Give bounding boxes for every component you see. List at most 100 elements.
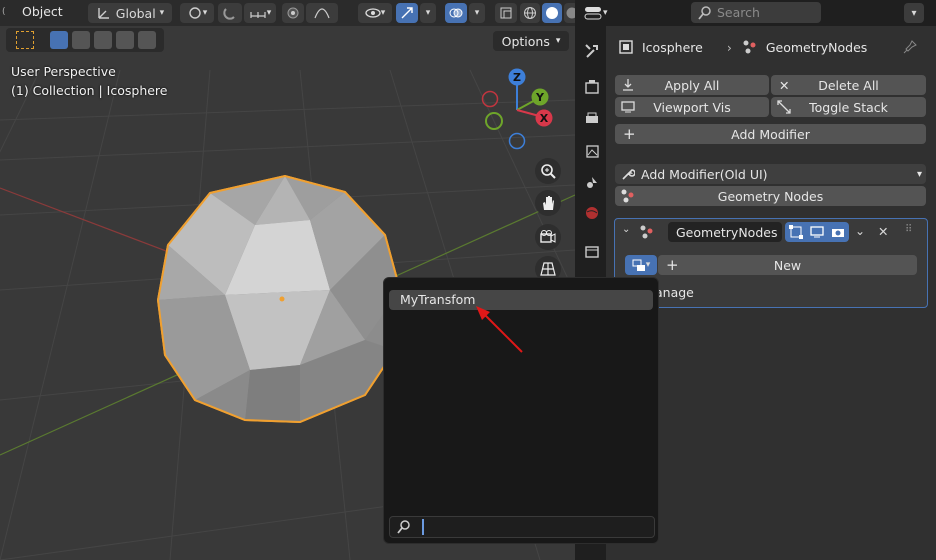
scene-tab[interactable] [581,172,603,194]
shading-solid[interactable] [542,3,562,23]
camera-icon[interactable] [831,225,845,239]
select-new-icon[interactable] [50,31,68,49]
modifier-name-field[interactable]: GeometryNodes [668,222,782,242]
collection-info-label: (1) Collection | Icosphere [11,83,168,98]
gizmo-toggle[interactable] [396,3,418,23]
snap-target-dropdown[interactable]: ▾ [244,3,276,23]
chevron-down-icon[interactable]: ⌄ [855,224,865,238]
svg-text:X: X [540,112,549,125]
world-tab[interactable] [581,202,603,224]
node-group-browse-dropdown[interactable]: ▾ [625,255,657,275]
viewport-header: Object ( Global ▾ ▾ ▾ ▾ ▾ ▾ [0,0,575,26]
add-modifier-old-label: Add Modifier(Old UI) [641,166,768,182]
snap-increment-icon [250,12,266,18]
select-intersect-icon[interactable] [138,31,156,49]
render-tab[interactable] [581,76,603,98]
overlays-toggle[interactable] [445,3,467,23]
view-layer-tab[interactable] [581,140,603,162]
visibility-dropdown[interactable]: ▾ [358,3,392,23]
select-invert-icon[interactable] [116,31,134,49]
eye-icon [365,8,381,18]
zoom-tool[interactable] [535,158,561,184]
chevron-down-icon: ▾ [159,8,165,18]
shading-material[interactable] [564,3,575,23]
manage-label[interactable]: anage [655,285,694,300]
remove-modifier-x-icon[interactable]: ✕ [878,224,888,239]
plus-icon: + [623,125,636,143]
plus-icon: + [666,256,679,274]
zoom-icon [541,164,556,179]
breadcrumb-object: Icosphere [642,39,703,55]
chevron-down-icon: ▾ [603,8,608,18]
shading-wireframe[interactable] [520,3,540,23]
transform-orientation-dropdown[interactable]: Global ▾ [88,3,172,23]
select-subtract-icon[interactable] [94,31,112,49]
pin-icon[interactable] [902,39,918,55]
material-sphere-icon [566,7,575,19]
delete-all-label: Delete All [818,77,879,93]
apply-all-button[interactable]: Apply All [615,75,769,95]
geometry-nodes-icon [621,189,634,203]
navigation-gizmo[interactable]: Z Y X [475,62,565,154]
object-square-icon [619,40,633,54]
apply-all-label: Apply All [664,77,720,93]
geometry-nodes-icon [640,225,653,239]
viewport-vis-button[interactable]: Viewport Vis [615,97,769,117]
overlay-circles-icon [449,8,463,18]
chevron-down-icon: ▾ [474,8,480,18]
add-modifier-old-dropdown[interactable]: Add Modifier(Old UI) ▾ [615,164,926,184]
header-dropdown[interactable]: ▾ [904,3,924,23]
geometry-nodes-button[interactable]: Geometry Nodes [615,186,926,206]
new-node-group-button[interactable]: + New [658,255,917,275]
snap-toggle[interactable] [218,3,242,23]
breadcrumb-modifier: GeometryNodes [765,39,868,55]
expand-arrows-icon [777,100,791,114]
xray-toggle[interactable] [495,3,517,23]
modifier-visibility-toggles [785,222,849,242]
select-tool-icon[interactable] [16,31,34,49]
tools-icon [585,44,598,58]
search-icon [698,5,711,20]
toggle-stack-label: Toggle Stack [809,99,888,115]
menu-left-fragment: ( [2,7,6,17]
chevron-down-icon: ▾ [555,36,561,46]
pivot-icon [189,7,201,19]
node-tree-icon [632,259,645,271]
object-menu[interactable]: Object [22,4,63,19]
search-placeholder: Search [717,5,760,20]
pivot-point-dropdown[interactable]: ▾ [180,3,214,23]
image-stack-icon [586,145,599,158]
tool-tab[interactable] [581,40,603,62]
annotation-arrow [476,306,523,353]
properties-search[interactable]: Search [691,2,821,23]
editor-type-dropdown[interactable]: ▾ [583,3,617,23]
xray-icon [500,7,512,19]
overlays-dropdown[interactable]: ▾ [469,3,485,23]
drag-handle-icon[interactable]: ⠿ [905,224,912,235]
wrench-icon [622,169,635,180]
pan-tool[interactable] [535,190,561,216]
falloff-dropdown[interactable] [306,3,338,23]
collection-tab[interactable] [581,240,603,262]
chevron-down-icon: ▾ [202,8,208,18]
node-group-item-label: MyTransfom [400,292,476,307]
popup-search-field[interactable] [389,516,655,538]
add-modifier-button[interactable]: + Add Modifier [615,124,926,144]
select-extend-icon[interactable] [72,31,90,49]
options-dropdown[interactable]: Options ▾ [493,31,569,51]
delete-all-button[interactable]: ✕ Delete All [771,75,926,95]
camera-view-tool[interactable] [535,224,561,250]
collapse-chevron-icon[interactable]: ⌄ [622,224,630,235]
orientation-label: Global [115,5,156,21]
proportional-edit-toggle[interactable] [282,3,304,23]
output-tab[interactable] [581,108,603,130]
properties-header: ▾ Search ▾ [575,0,936,26]
selection-mode-strip [6,28,164,52]
gizmo-dropdown[interactable]: ▾ [420,3,436,23]
monitor-icon[interactable] [810,225,824,239]
render-camera-back-icon [585,80,599,94]
edit-mode-icon[interactable] [788,225,803,239]
toggle-stack-button[interactable]: Toggle Stack [771,97,926,117]
magnet-icon [223,8,235,20]
svg-text:Y: Y [535,91,545,104]
